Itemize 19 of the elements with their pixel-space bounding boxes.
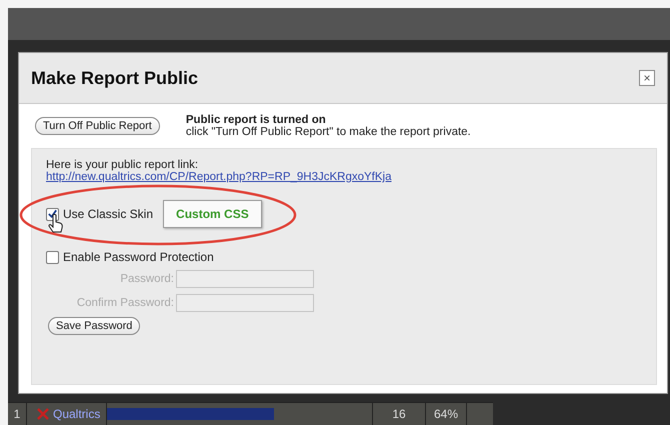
dialog-title: Make Report Public xyxy=(31,68,198,88)
field-label: Confirm Password: xyxy=(76,297,175,309)
classic-skin-label: Use Classic Skin xyxy=(63,207,154,221)
table-cell: 1 xyxy=(8,403,27,425)
save-password-button[interactable]: Save Password xyxy=(48,317,140,335)
status-message: click "Turn Off Public Report" to make the report private. xyxy=(186,126,471,138)
status-heading: Public report is turned on xyxy=(186,114,327,126)
close-button[interactable]: × xyxy=(639,70,655,86)
link-label: Here is your public report link: xyxy=(46,159,198,171)
table-cell: 64% xyxy=(426,403,467,425)
password-protection-label: Enable Password Protection xyxy=(63,250,214,264)
field-label: Password: xyxy=(119,273,175,285)
table-cell: Qualtrics xyxy=(53,407,100,421)
turn-off-button[interactable]: Turn Off Public Report xyxy=(35,117,160,135)
hand-cursor-icon xyxy=(48,214,64,234)
table-cell: 16 xyxy=(373,403,426,425)
password-protection-checkbox[interactable] xyxy=(46,250,59,264)
report-link[interactable]: http://new.qualtrics.com/CP/Report.php?RP=RP_9H3JcKRgxoYfKja xyxy=(46,171,392,183)
close-x-icon xyxy=(37,408,49,420)
